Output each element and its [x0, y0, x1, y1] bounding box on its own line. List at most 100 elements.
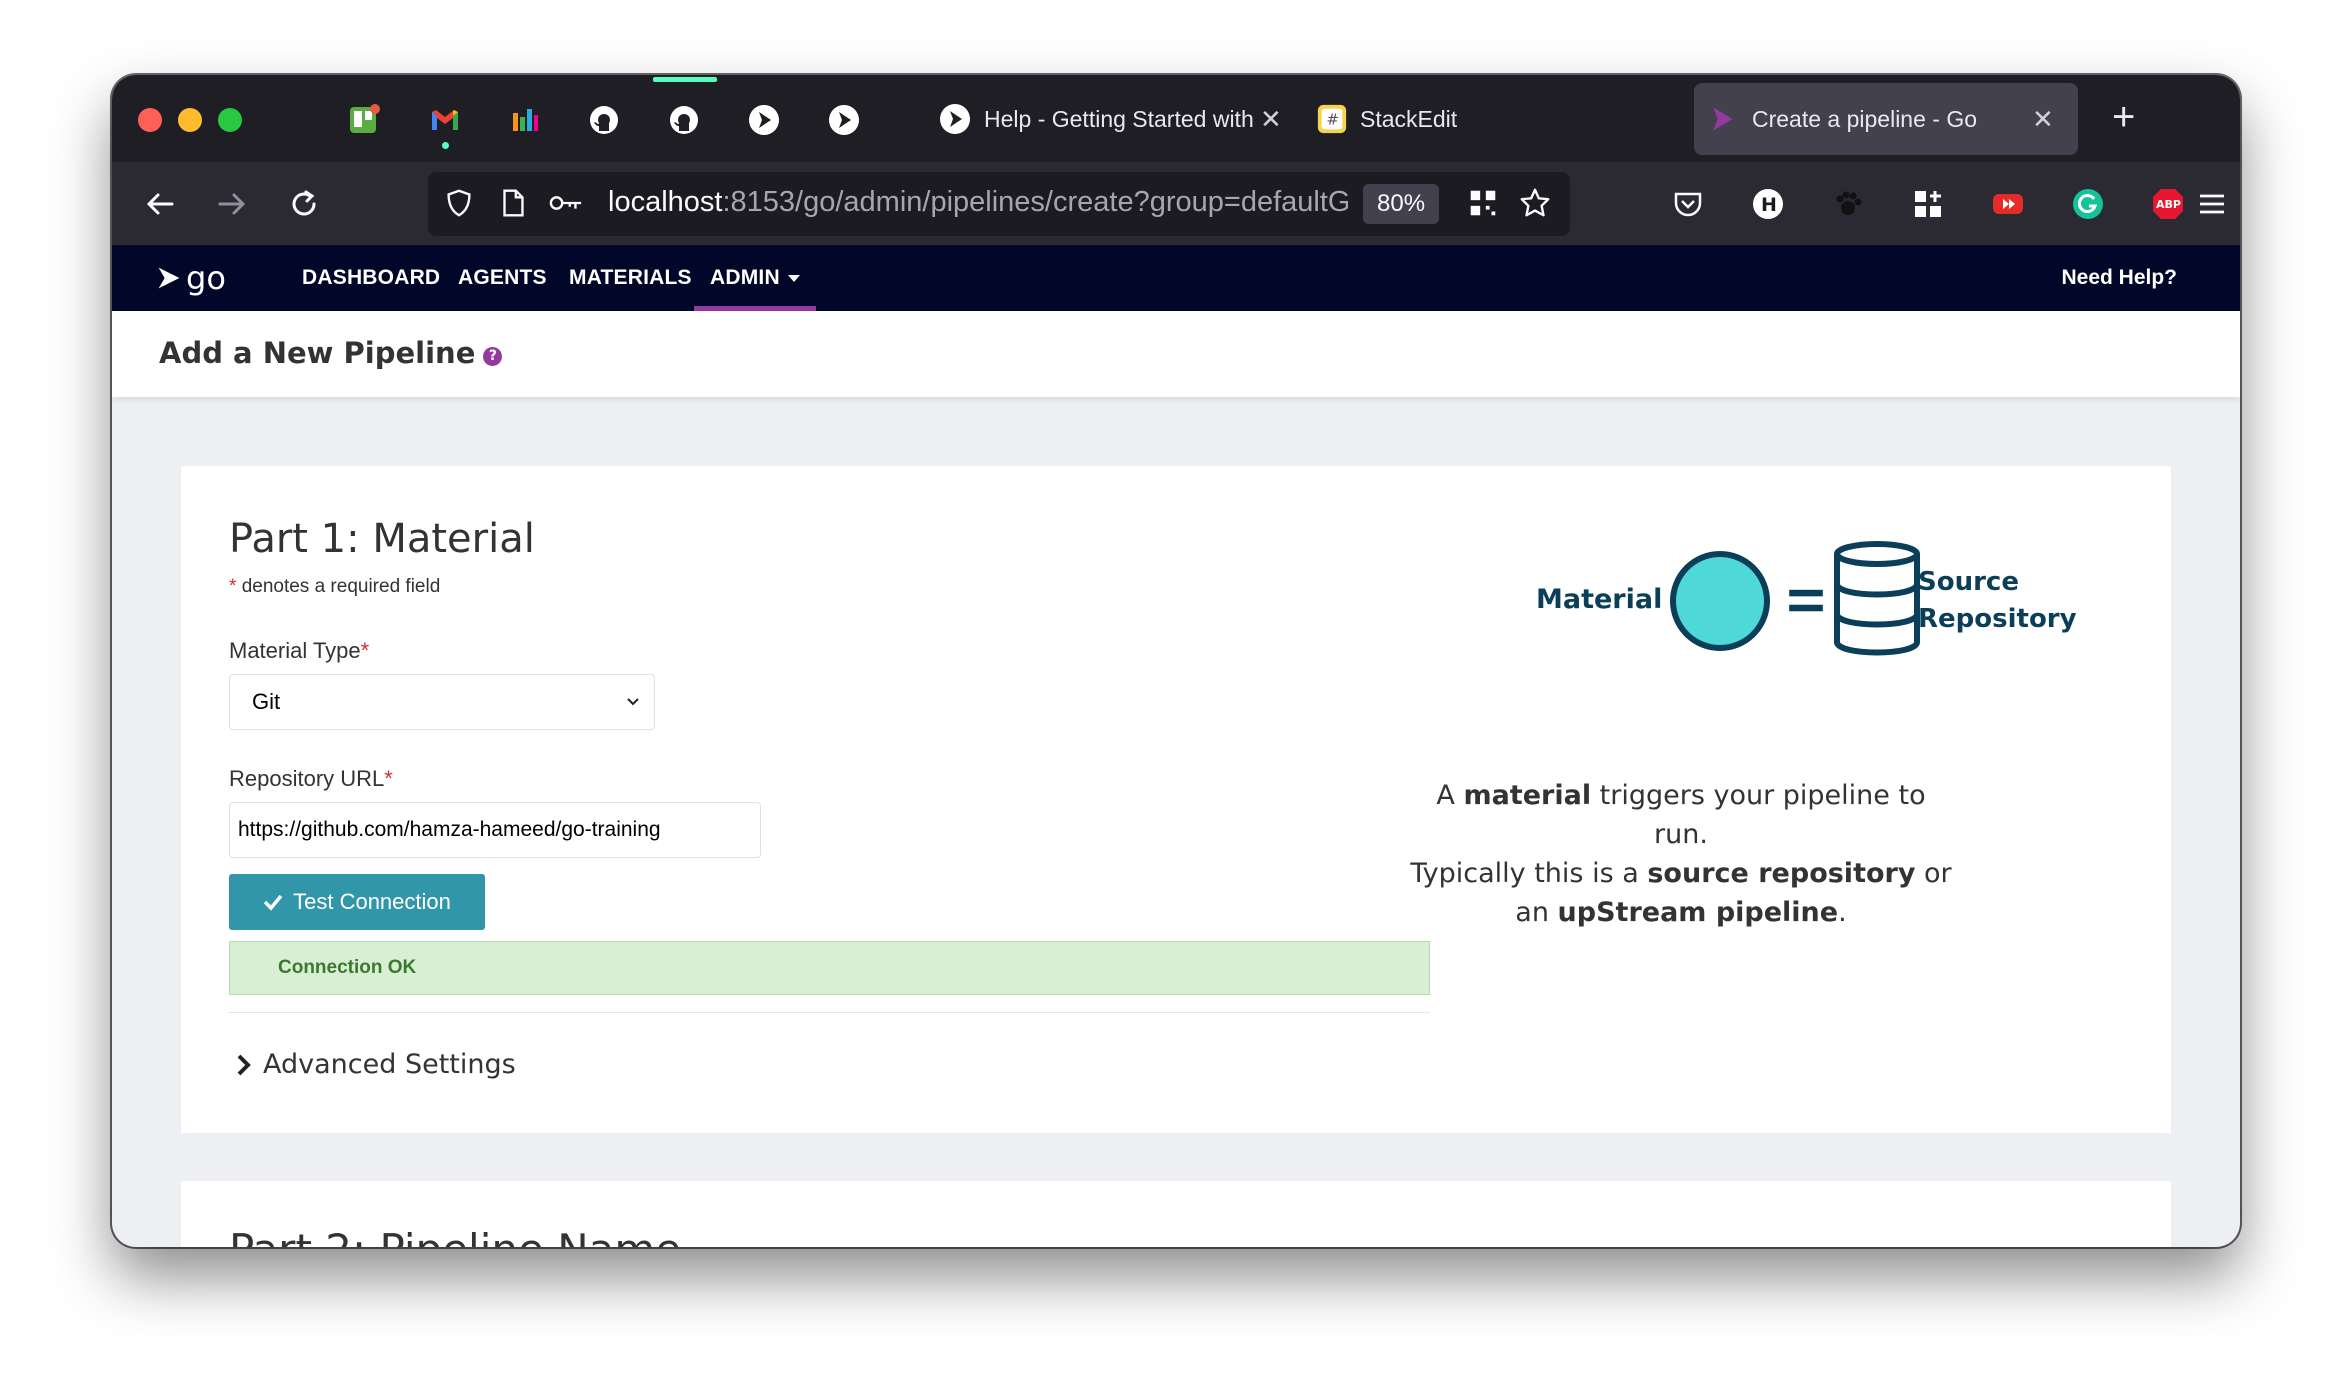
- extension-h-icon[interactable]: H: [1748, 184, 1788, 224]
- url-host: localhost: [608, 186, 723, 218]
- gocd-logo-icon: [158, 267, 180, 289]
- pinned-tab-github-icon[interactable]: [661, 97, 707, 143]
- required-star: *: [360, 638, 370, 663]
- new-tab-button[interactable]: +: [2112, 95, 2135, 140]
- close-tab-icon[interactable]: ✕: [1260, 104, 1282, 135]
- desc-bold: upStream pipeline: [1557, 897, 1839, 928]
- desc-line-2: Typically this is a source repository or: [1406, 854, 1956, 893]
- required-star: *: [229, 576, 237, 597]
- svg-text:H: H: [1761, 194, 1777, 216]
- desc-bold: source repository: [1647, 858, 1916, 889]
- page-title: Add a New Pipeline?: [159, 336, 503, 370]
- nav-agents[interactable]: AGENTS: [458, 245, 547, 311]
- label-text: Repository URL: [229, 766, 385, 791]
- back-arrow-icon[interactable]: [142, 186, 178, 222]
- chevron-right-icon: [237, 1054, 251, 1075]
- desc-text: .: [1838, 897, 1847, 928]
- pipeline-name-card: Part 2: Pipeline Name: [181, 1181, 2171, 1247]
- material-type-label: Material Type*: [229, 638, 369, 664]
- chevron-down-icon: [627, 698, 639, 706]
- desc-bold: material: [1463, 780, 1592, 811]
- nav-dashboard[interactable]: DASHBOARD: [302, 245, 440, 311]
- tab-title: StackEdit: [1360, 105, 1458, 132]
- material-illustration: Material Source Repository: [1536, 534, 2096, 674]
- pinned-tab-gocd-icon[interactable]: [741, 97, 787, 143]
- key-icon[interactable]: [546, 186, 586, 220]
- advanced-settings-label: Advanced Settings: [263, 1049, 516, 1080]
- material-card: Part 1: Material * denotes a required fi…: [181, 466, 2171, 1133]
- check-icon: [263, 894, 283, 911]
- desc-line-1: A material triggers your pipeline to run…: [1406, 776, 1956, 854]
- desc-line-3: an upStream pipeline.: [1406, 893, 1956, 932]
- test-connection-button[interactable]: Test Connection: [229, 874, 485, 930]
- pinned-tab-gmail-icon[interactable]: [422, 97, 468, 143]
- repository-line: Repository: [1918, 604, 2077, 634]
- url-path: :8153/go/admin/pipelines/create?group=de…: [722, 186, 1348, 218]
- tab-strip: Help - Getting Started with ✕ # StackEdi…: [112, 75, 2240, 162]
- repository-url-label: Repository URL*: [229, 766, 393, 792]
- grid-extension-icon[interactable]: [1908, 184, 1948, 224]
- shield-icon[interactable]: [442, 186, 476, 220]
- pinned-tab-trello-icon[interactable]: [341, 97, 387, 143]
- bookmark-star-icon[interactable]: [1518, 186, 1552, 220]
- material-circle-icon: [1670, 551, 1770, 651]
- zoom-badge[interactable]: 80%: [1363, 184, 1440, 224]
- reload-icon[interactable]: [286, 186, 322, 222]
- page-icon[interactable]: [496, 186, 530, 220]
- source-line: Source: [1918, 567, 2019, 597]
- nav-toolbar: localhost:8153/go/admin/pipelines/create…: [112, 162, 2240, 245]
- pocket-icon[interactable]: [1668, 184, 1708, 224]
- selected-value: Git: [252, 689, 281, 714]
- illustration-description: A material triggers your pipeline to run…: [1406, 776, 1956, 932]
- connection-status-message: Connection OK: [229, 941, 1430, 995]
- page-title-text: Add a New Pipeline: [159, 336, 476, 370]
- gocd-header: go DASHBOARD AGENTS MATERIALS ADMIN Need…: [112, 245, 2240, 311]
- part2-title: Part 2: Pipeline Name: [229, 1225, 681, 1247]
- paw-extension-icon[interactable]: [1828, 184, 1868, 224]
- required-star: *: [384, 766, 393, 791]
- illustration-source-label: Source Repository: [1918, 564, 2077, 638]
- desc-text: triggers your pipeline to run.: [1591, 780, 1926, 850]
- browser-window: Help - Getting Started with ✕ # StackEdi…: [112, 75, 2240, 1247]
- advanced-settings-toggle[interactable]: Advanced Settings: [235, 1049, 516, 1080]
- desc-text: A: [1436, 780, 1464, 811]
- adblock-plus-icon[interactable]: ABP: [2148, 184, 2188, 224]
- url-text[interactable]: localhost:8153/go/admin/pipelines/create…: [608, 186, 1348, 219]
- minimize-window-button[interactable]: [178, 108, 202, 132]
- close-window-button[interactable]: [138, 108, 162, 132]
- gocd-icon: [940, 104, 970, 134]
- qr-code-icon[interactable]: [1466, 186, 1500, 220]
- grammarly-icon[interactable]: [2068, 184, 2108, 224]
- address-bar[interactable]: localhost:8153/go/admin/pipelines/create…: [428, 172, 1570, 236]
- tab-create-pipeline[interactable]: Create a pipeline - Go ✕: [1694, 83, 2078, 155]
- gocd-icon: [1713, 107, 1733, 131]
- gocd-logo[interactable]: go: [156, 259, 226, 297]
- divider: [229, 1012, 1430, 1013]
- menu-hamburger-icon[interactable]: [2192, 184, 2232, 224]
- svg-text:#: #: [1326, 111, 1339, 129]
- help-icon[interactable]: ?: [483, 346, 503, 366]
- logo-text: go: [186, 259, 226, 297]
- nav-admin[interactable]: ADMIN: [694, 245, 816, 311]
- desc-text: Typically this is a: [1410, 858, 1648, 889]
- close-tab-icon[interactable]: ✕: [2032, 104, 2054, 135]
- zoom-window-button[interactable]: [218, 108, 242, 132]
- desc-text: or: [1915, 858, 1952, 889]
- pinned-tab-gocd-icon[interactable]: [821, 97, 867, 143]
- material-type-select[interactable]: Git: [229, 674, 655, 730]
- notification-dot: [442, 142, 449, 149]
- tab-title: Help - Getting Started with: [984, 105, 1254, 132]
- required-note-text: denotes a required field: [241, 576, 441, 597]
- need-help-link[interactable]: Need Help?: [2061, 245, 2177, 311]
- youtube-extension-icon[interactable]: [1988, 184, 2028, 224]
- svg-text:ABP: ABP: [2156, 198, 2181, 211]
- repository-url-input[interactable]: https://github.com/hamza-hameed/go-train…: [229, 802, 761, 858]
- nav-materials[interactable]: MATERIALS: [569, 245, 692, 311]
- pinned-tab-app-icon[interactable]: [502, 97, 548, 143]
- forward-arrow-icon[interactable]: [214, 186, 250, 222]
- equals-icon: [1789, 589, 1823, 612]
- required-note: * denotes a required field: [229, 576, 440, 598]
- page-header: Add a New Pipeline?: [112, 311, 2240, 397]
- pinned-tab-github-icon[interactable]: [581, 97, 627, 143]
- illustration-material-label: Material: [1536, 584, 1663, 615]
